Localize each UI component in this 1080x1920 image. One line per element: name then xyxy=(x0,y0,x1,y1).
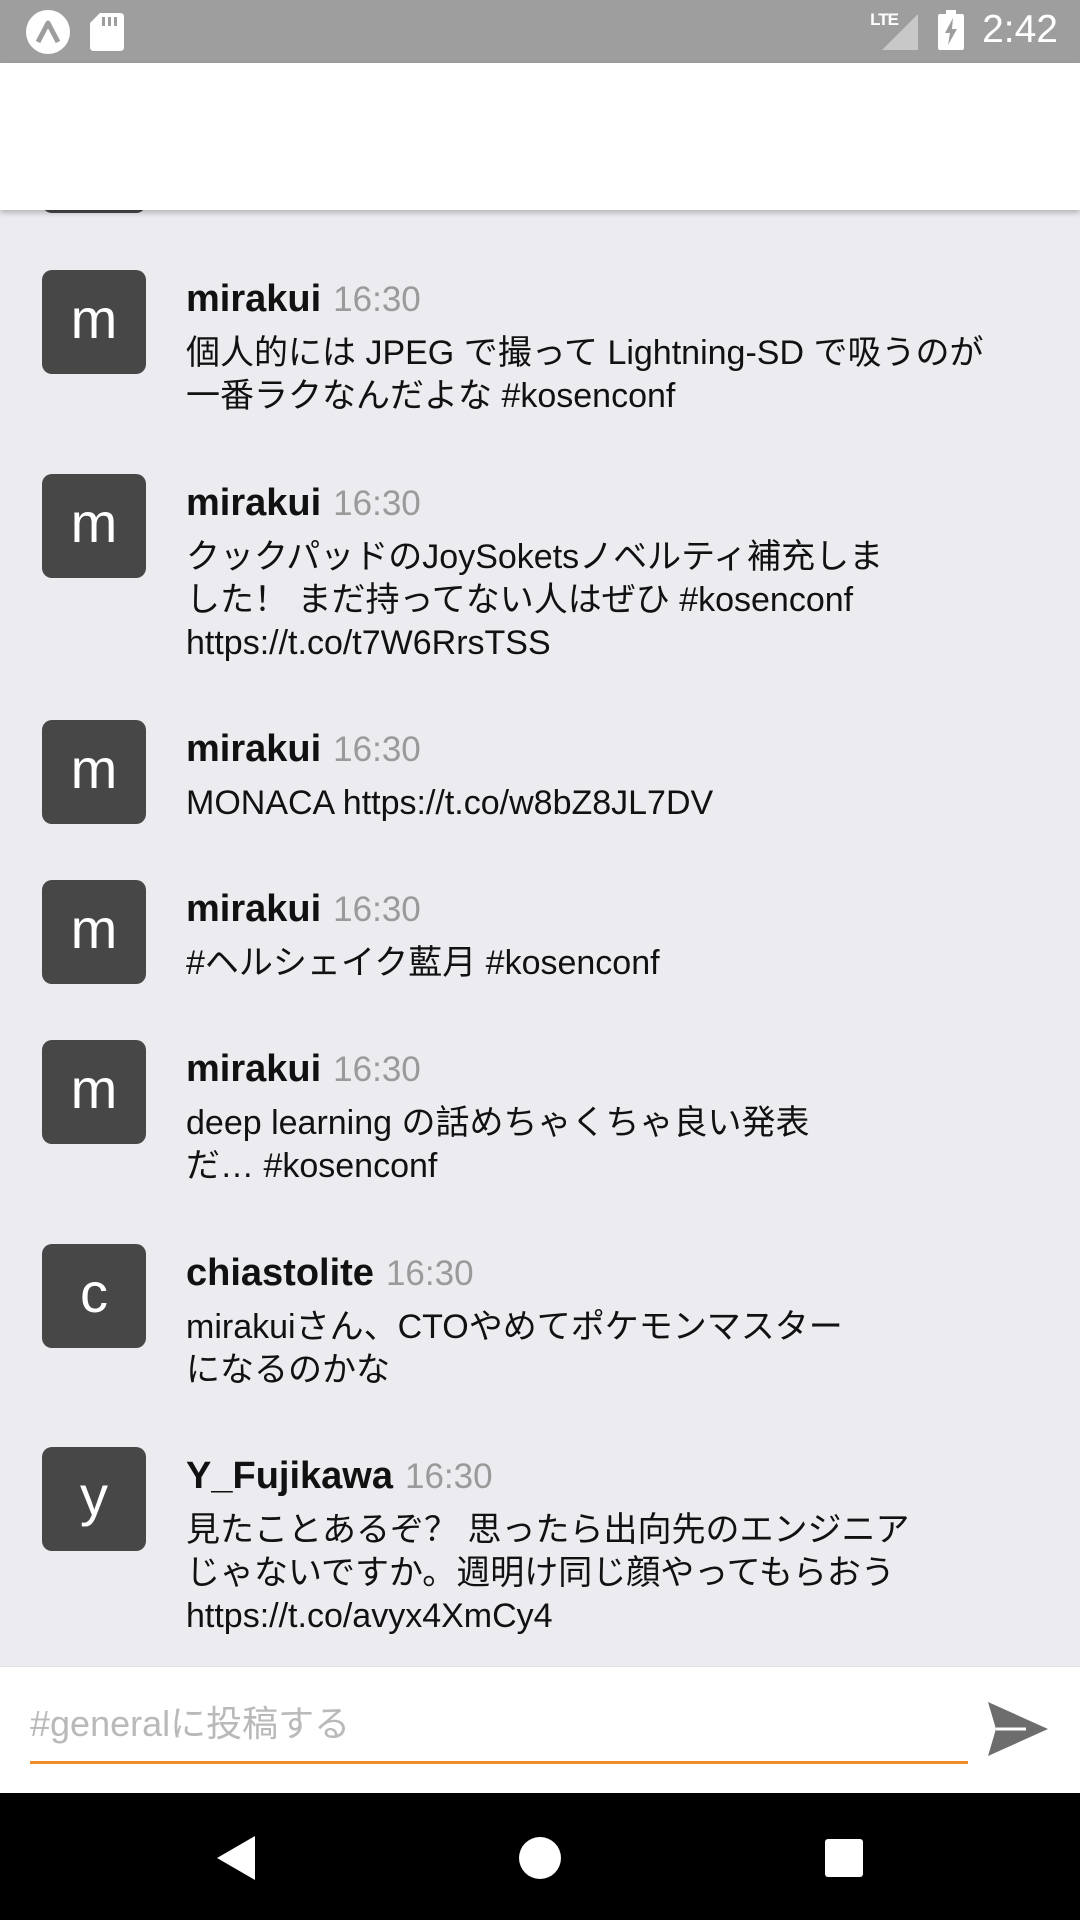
battery-charging-icon xyxy=(938,10,965,50)
status-bar: LTE 2:42 xyxy=(0,0,1080,63)
message-text: #ヘルシェイク藍月 #kosenconf xyxy=(186,944,660,982)
avatar[interactable]: y xyxy=(42,1447,146,1551)
message-time: 16:30 xyxy=(333,484,421,523)
app-header xyxy=(0,63,1080,210)
app-logo-icon xyxy=(26,10,70,54)
message-text: deep learning の話めちゃくちゃ良い発表 だ… #kosenconf xyxy=(186,1104,810,1185)
message-text: クックパッドのJoySoketsノベルティ補充しま した！ まだ持ってない人はぜ… xyxy=(186,538,884,662)
message-username[interactable]: mirakui xyxy=(186,278,321,320)
message-list[interactable]: m mirakui 16:30 個人的には JPEG で撮って Lightning… xyxy=(0,210,1080,1666)
status-time: 2:42 xyxy=(982,8,1058,51)
message-username[interactable]: mirakui xyxy=(186,728,321,770)
avatar[interactable]: m xyxy=(42,474,146,578)
navigation-bar xyxy=(0,1793,1080,1920)
message-input-wrapper xyxy=(30,1689,968,1764)
message-username[interactable]: mirakui xyxy=(186,888,321,930)
message-time: 16:30 xyxy=(333,1050,421,1089)
back-icon[interactable] xyxy=(200,1823,270,1893)
message-time: 16:30 xyxy=(333,730,421,769)
send-icon[interactable] xyxy=(986,1700,1050,1758)
message-text: MONACA https://t.co/w8bZ8JL7DV xyxy=(186,784,714,822)
message-time: 16:30 xyxy=(333,280,421,319)
sd-card-icon xyxy=(90,13,124,51)
message-text: 個人的には JPEG で撮って Lightning-SD で吸うのが 一番ラクな… xyxy=(186,334,984,415)
recents-icon[interactable] xyxy=(809,1823,879,1893)
message-input[interactable] xyxy=(30,1689,968,1759)
message-username[interactable]: chiastolite xyxy=(186,1252,374,1294)
message-time: 16:30 xyxy=(385,1254,474,1293)
avatar xyxy=(42,210,146,213)
avatar[interactable]: m xyxy=(42,720,146,824)
avatar[interactable]: m xyxy=(42,880,146,984)
message-text: mirakuiさん、CTOやめてポケモンマスター になるのかな xyxy=(186,1308,843,1389)
message-text: 見たことあるぞ？ 思ったら出向先のエンジニア じゃないですか。週明け同じ顔やって… xyxy=(186,1511,910,1635)
avatar[interactable]: c xyxy=(42,1244,146,1348)
lte-signal-icon: LTE xyxy=(870,6,920,54)
message-username[interactable]: Y_Fujikawa xyxy=(186,1455,393,1497)
message-time: 16:30 xyxy=(333,890,421,929)
message-time: 16:30 xyxy=(404,1457,493,1496)
avatar[interactable]: m xyxy=(42,270,146,374)
message-username[interactable]: mirakui xyxy=(186,1048,321,1090)
message-username[interactable]: mirakui xyxy=(186,482,321,524)
home-icon[interactable] xyxy=(505,1823,575,1893)
message-composer xyxy=(0,1666,1080,1794)
chat-screen: LTE 2:42 m mirakui 16:30 個人的には JPEG で撮って … xyxy=(0,0,1080,1920)
avatar[interactable]: m xyxy=(42,1040,146,1144)
